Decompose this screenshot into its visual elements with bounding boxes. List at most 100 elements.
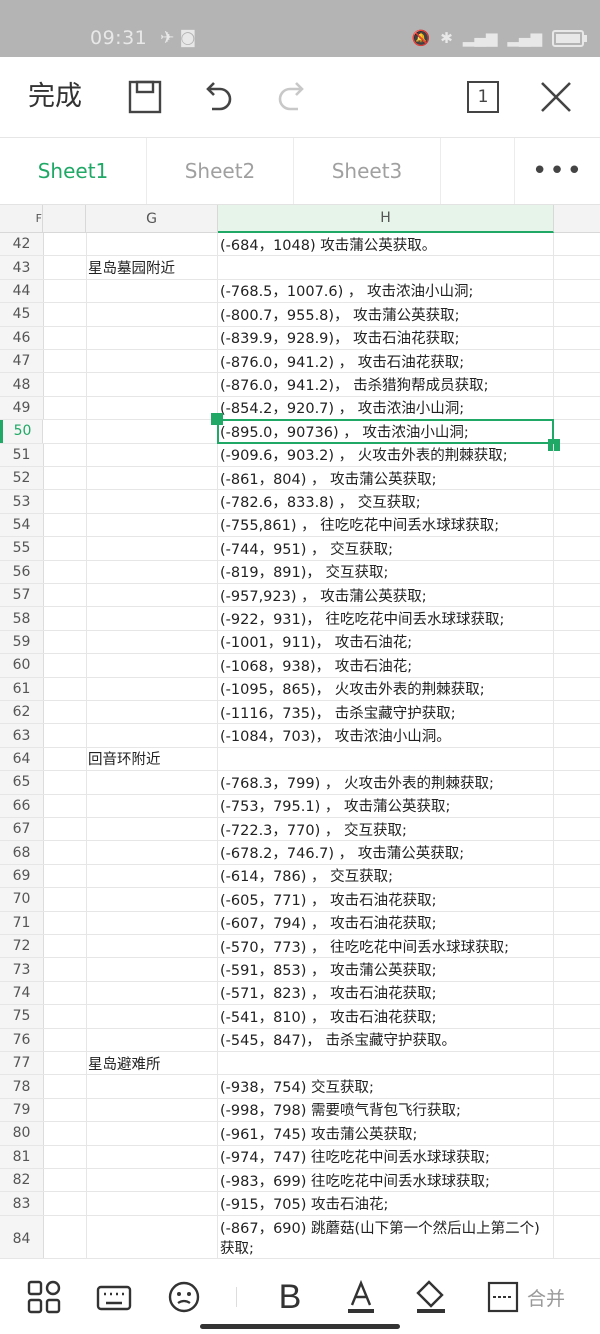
cell-g[interactable] [86,1098,218,1122]
row-number[interactable]: 69 [0,864,44,888]
cell-g[interactable] [86,373,218,396]
cell-g[interactable] [86,396,218,420]
cell-g[interactable] [86,1192,218,1215]
cell-h[interactable]: (-1095，865)， 火攻击外表的荆棘获取; [218,677,554,700]
row-number[interactable]: 45 [0,303,44,326]
cell-h[interactable]: (-915，705) 攻击石油花; [218,1192,554,1215]
row-number[interactable]: 60 [0,654,44,677]
cell-h[interactable] [218,1052,554,1075]
row-number[interactable]: 47 [0,350,44,373]
row-number[interactable]: 71 [0,911,44,934]
cell-g[interactable] [86,654,218,677]
cell-f[interactable] [43,560,87,583]
cell-h[interactable]: (-1001，911)， 攻击石油花; [218,630,554,654]
window-count-button[interactable]: 1 [463,77,503,117]
row-number[interactable]: 72 [0,935,44,958]
cell-g[interactable] [86,888,218,911]
more-icon[interactable]: ••• [514,138,600,204]
cell-f[interactable] [43,981,87,1005]
cell-g[interactable] [86,677,218,700]
cell-h[interactable]: (-545，847)， 击杀宝藏守护获取。 [218,1028,554,1051]
cell-f[interactable] [43,1215,87,1258]
cell-h[interactable]: (-722.3，770) ， 交互获取; [218,818,554,841]
selection-handle-start[interactable] [211,413,223,426]
cell-f[interactable] [43,326,87,349]
cell-f[interactable] [43,911,87,934]
row-number[interactable]: 80 [0,1122,44,1145]
cell-f[interactable] [43,888,87,911]
row-number[interactable]: 46 [0,326,44,349]
row-number[interactable]: 68 [0,841,44,864]
done-button[interactable]: 完成 [28,79,82,115]
cell-h[interactable]: (-876.0，941.2)， 击杀猎狗帮成员获取; [218,373,554,396]
cell-h[interactable]: (-909.6，903.2) ， 火攻击外表的荆棘获取; [218,443,554,466]
cell-f[interactable] [43,1098,87,1122]
row-number[interactable]: 78 [0,1075,44,1098]
cell-g[interactable] [86,350,218,373]
row-number[interactable]: 77 [0,1052,44,1075]
cell-g[interactable] [86,841,218,864]
cell-f[interactable] [43,1052,87,1075]
cell-f[interactable] [43,490,87,513]
row-number[interactable]: 52 [0,467,44,490]
cell-h[interactable]: (-961，745) 攻击蒲公英获取; [218,1122,554,1145]
cell-g[interactable] [86,233,218,256]
cell-g[interactable] [86,326,218,349]
row-number[interactable]: 74 [0,981,44,1005]
cell-f[interactable] [43,677,87,700]
cell-f[interactable] [43,279,87,303]
cell-f[interactable] [43,1075,87,1098]
fill-color-icon[interactable] [414,1277,448,1317]
column-header-h[interactable]: H [218,205,554,233]
row-number[interactable]: 53 [0,490,44,513]
tab-sheet1[interactable]: Sheet1 [0,138,147,204]
cell-g[interactable] [86,630,218,654]
cell-f[interactable] [43,935,87,958]
cell-f[interactable] [43,724,87,747]
row-number[interactable]: 82 [0,1169,44,1192]
cell-g[interactable] [86,607,218,630]
cell-g[interactable] [86,1215,218,1258]
row-number[interactable]: 84 [0,1215,44,1258]
home-indicator[interactable] [200,1324,400,1329]
cell-h[interactable]: (-983，699) 往吃吃花中间丢水球球获取; [218,1169,554,1192]
cell-g[interactable] [86,1075,218,1098]
cell-g[interactable]: 回音环附近 [86,747,218,771]
cell-h[interactable]: (-591，853) ， 攻击蒲公英获取; [218,958,554,981]
cell-h[interactable]: (-800.7，955.8)， 攻击蒲公英获取; [218,303,554,326]
cell-h[interactable]: (-768.3，799) ， 火攻击外表的荆棘获取; [218,771,554,794]
cell-g[interactable] [86,1005,218,1028]
row-number[interactable]: 43 [0,256,44,279]
cell-h[interactable]: (-1084，703)， 攻击浓油小山洞。 [218,724,554,747]
cell-h[interactable]: (-867，690) 跳蘑菇(山下第一个然后山上第二个)获取; [218,1215,554,1258]
row-number[interactable]: 56 [0,560,44,583]
row-number[interactable]: 79 [0,1098,44,1122]
cell-h[interactable]: (-678.2，746.7) ， 攻击蒲公英获取; [218,841,554,864]
row-number[interactable]: 75 [0,1005,44,1028]
cell-g[interactable] [86,279,218,303]
row-number[interactable]: 44 [0,279,44,303]
cell-f[interactable] [43,584,87,607]
cell-g[interactable] [86,701,218,724]
row-number[interactable]: 49 [0,396,44,420]
cell-f[interactable] [43,864,87,888]
cell-g[interactable] [86,771,218,794]
cell-g[interactable] [86,935,218,958]
cell-h[interactable]: (-895.0，90736) ， 攻击浓油小山洞; [218,420,554,443]
tab-sheet3[interactable]: Sheet3 [294,138,441,204]
cell-f[interactable] [43,1005,87,1028]
cell-f[interactable] [43,467,87,490]
cell-g[interactable] [86,818,218,841]
cell-h[interactable]: (-607，794) ， 攻击石油花获取; [218,911,554,934]
cell-f[interactable] [43,1145,87,1168]
cell-h[interactable]: (-957,923) ， 攻击蒲公英获取; [218,584,554,607]
cell-h[interactable]: (-570，773) ， 往吃吃花中间丢水球球获取; [218,935,554,958]
cell-g[interactable] [86,467,218,490]
cell-g[interactable]: 星岛避难所 [86,1052,218,1075]
apps-icon[interactable] [26,1277,62,1317]
cell-g[interactable] [86,911,218,934]
row-number[interactable]: 62 [0,701,44,724]
cell-g[interactable] [86,1145,218,1168]
cell-f[interactable] [43,396,87,420]
cell-f[interactable] [43,607,87,630]
